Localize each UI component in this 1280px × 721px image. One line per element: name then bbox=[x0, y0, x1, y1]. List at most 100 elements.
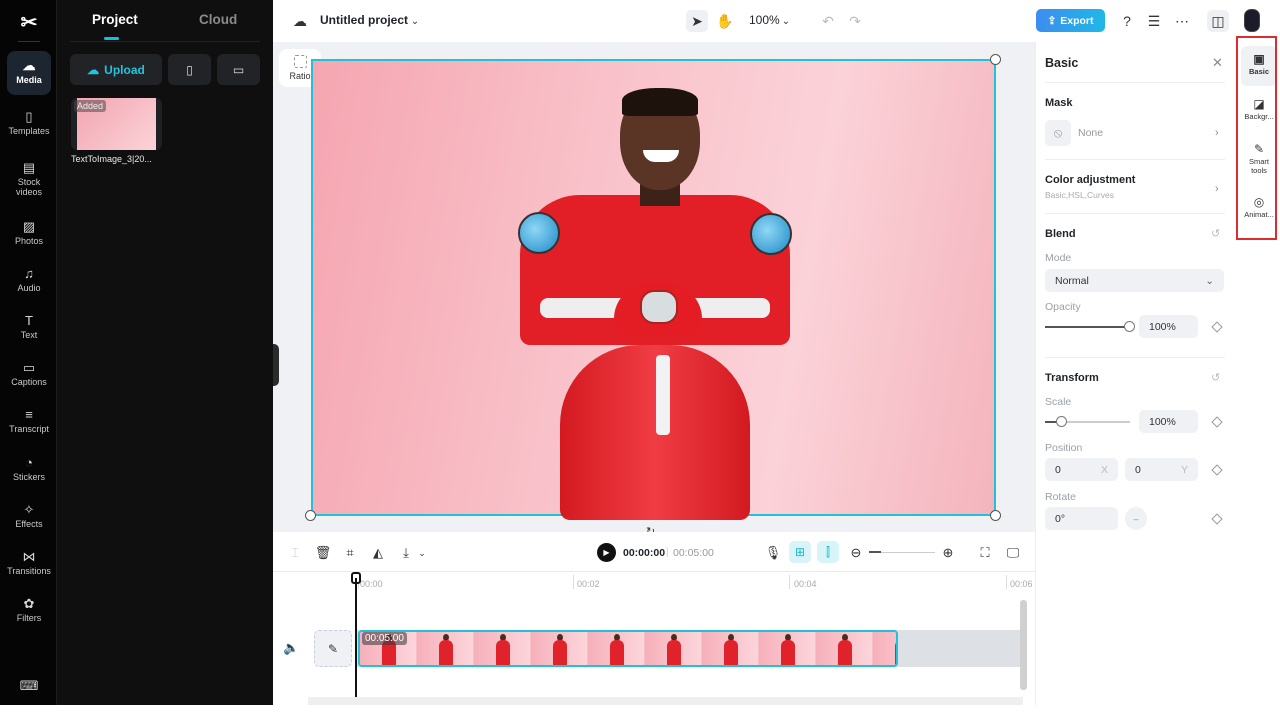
clip-frame bbox=[873, 632, 896, 665]
fit-button[interactable]: ⛶ bbox=[975, 543, 995, 563]
close-panel-button[interactable]: ✕ bbox=[1212, 55, 1223, 71]
track-mute-button[interactable]: 🔈 bbox=[283, 640, 299, 656]
rail-item-filters[interactable]: ✿ Filters bbox=[7, 595, 51, 639]
more-button[interactable]: ⋯ bbox=[1171, 10, 1193, 32]
select-tool-button[interactable]: ➤ bbox=[686, 10, 708, 32]
chevron-right-icon[interactable]: › bbox=[1215, 127, 1219, 139]
resize-handle-bottom-right[interactable] bbox=[990, 510, 1001, 521]
layout-toggle-button[interactable]: ◫ bbox=[1207, 10, 1229, 32]
crop-button[interactable]: ⌗ bbox=[340, 543, 360, 563]
phone-upload-button[interactable]: ▯ bbox=[168, 54, 211, 85]
trash-icon: 🗑 bbox=[314, 545, 332, 560]
layers-button[interactable]: ☰ bbox=[1143, 10, 1165, 32]
chevron-down-icon[interactable]: ⌄ bbox=[412, 543, 432, 563]
help-button[interactable]: ? bbox=[1116, 10, 1138, 32]
media-item[interactable]: Added bbox=[71, 98, 162, 150]
divider bbox=[18, 41, 40, 42]
added-badge: Added bbox=[74, 100, 107, 112]
chevron-down-icon[interactable]: ⌄ bbox=[775, 10, 797, 32]
tick-label: 00:00 bbox=[360, 579, 383, 589]
rotate-dial[interactable]: – bbox=[1125, 507, 1147, 530]
mask-heading: Mask bbox=[1045, 97, 1073, 109]
record-button[interactable]: ▭ bbox=[217, 54, 260, 85]
zoom-out-button[interactable]: ⊖ bbox=[846, 543, 866, 563]
opacity-slider-knob[interactable] bbox=[1124, 321, 1135, 332]
avatar[interactable] bbox=[1244, 9, 1260, 32]
redo-button[interactable]: ↷ bbox=[844, 10, 866, 32]
clip-frame bbox=[474, 632, 531, 665]
split-link-icon: ⫿ bbox=[826, 544, 830, 559]
rail-item-media[interactable]: ☁ Media bbox=[7, 51, 51, 95]
hand-tool-button[interactable]: ✋ bbox=[714, 10, 736, 32]
scale-input[interactable]: 100% bbox=[1139, 410, 1198, 433]
tab-cloud[interactable]: Cloud bbox=[199, 12, 237, 27]
tick-label: 00:02 bbox=[577, 579, 600, 589]
blend-mode-select[interactable]: Normal ⌄ bbox=[1045, 269, 1224, 292]
export-button[interactable]: ⇪ Export bbox=[1036, 9, 1105, 32]
rail-item-stock-videos[interactable]: ▤ Stock videos bbox=[7, 159, 51, 203]
tab-project[interactable]: Project bbox=[92, 12, 138, 27]
rail-item-stickers[interactable]: ◔ Stickers bbox=[7, 454, 51, 498]
collapse-panel-handle[interactable] bbox=[273, 344, 279, 386]
playhead[interactable] bbox=[355, 578, 357, 705]
speaker-icon: 🔈 bbox=[283, 640, 300, 655]
opacity-value: 100% bbox=[1149, 320, 1176, 333]
cloud-upload-icon: ☁ bbox=[22, 58, 36, 73]
clip-frame bbox=[531, 632, 588, 665]
mask-value[interactable]: None bbox=[1078, 127, 1103, 139]
link-toggle[interactable]: ⫿ bbox=[817, 541, 839, 563]
rail-item-transitions[interactable]: ⋈ Transitions bbox=[7, 548, 51, 592]
rail-item-templates[interactable]: ▯ Templates bbox=[7, 108, 51, 152]
rail-item-audio[interactable]: ♫ Audio bbox=[7, 265, 51, 309]
rail-label: Stickers bbox=[12, 472, 45, 482]
chevron-right-icon[interactable]: › bbox=[1215, 183, 1219, 195]
upload-button[interactable]: ☁ Upload bbox=[70, 54, 162, 85]
preview-scooter-body bbox=[560, 345, 750, 520]
opacity-input[interactable]: 100% bbox=[1139, 315, 1198, 338]
rail-item-text[interactable]: T Text bbox=[7, 312, 51, 356]
cover-edit-button[interactable]: ✎ bbox=[314, 630, 352, 667]
undo-button[interactable]: ↶ bbox=[817, 10, 839, 32]
chevron-down-icon[interactable]: ⌄ bbox=[404, 10, 426, 32]
pointer-icon: ➤ bbox=[691, 12, 703, 29]
reset-blend-icon[interactable]: ↺ bbox=[1211, 227, 1220, 240]
reset-transform-icon[interactable]: ↺ bbox=[1211, 371, 1220, 384]
keyboard-shortcuts-button[interactable]: ⌨ bbox=[7, 677, 51, 721]
auto-snap-toggle[interactable]: ⊞ bbox=[789, 541, 811, 563]
delete-button[interactable]: 🗑 bbox=[313, 543, 333, 563]
play-button[interactable]: ▶ bbox=[597, 543, 616, 562]
rotate-input[interactable]: 0° bbox=[1045, 507, 1118, 530]
templates-icon: ▯ bbox=[25, 109, 33, 124]
capcut-logo[interactable]: ✂ bbox=[14, 10, 44, 34]
cloud-save-icon[interactable]: ☁ bbox=[289, 10, 311, 32]
rail-item-transcript[interactable]: ≡ Transcript bbox=[7, 406, 51, 450]
position-x-input[interactable]: 0X bbox=[1045, 458, 1118, 481]
flip-button[interactable]: ◭ bbox=[368, 543, 388, 563]
video-clip[interactable] bbox=[358, 630, 898, 667]
help-icon: ? bbox=[1123, 13, 1131, 29]
resize-handle-top-right[interactable] bbox=[990, 54, 1001, 65]
timeline-horizontal-scrollbar[interactable] bbox=[308, 697, 1023, 705]
record-audio-button[interactable]: 🎙 bbox=[763, 543, 783, 563]
timeline-vertical-scrollbar[interactable] bbox=[1020, 600, 1027, 690]
undo-icon: ↶ bbox=[822, 12, 834, 29]
magnet-icon: ⊞ bbox=[794, 545, 806, 559]
film-icon: ▤ bbox=[22, 160, 36, 175]
resize-handle-bottom-left[interactable] bbox=[305, 510, 316, 521]
split-button[interactable]: ⌶ bbox=[285, 543, 305, 563]
position-y-input[interactable]: 0Y bbox=[1125, 458, 1198, 481]
rail-item-photos[interactable]: ▨ Photos bbox=[7, 218, 51, 262]
rail-item-effects[interactable]: ✧ Effects bbox=[7, 501, 51, 545]
zoom-in-button[interactable]: ⊕ bbox=[938, 543, 958, 563]
camera-icon: ▭ bbox=[232, 62, 245, 77]
rail-item-captions[interactable]: ▭ Captions bbox=[7, 359, 51, 403]
opacity-slider[interactable] bbox=[1045, 326, 1130, 328]
scale-slider-knob[interactable] bbox=[1056, 416, 1067, 427]
divider bbox=[1045, 357, 1225, 358]
color-adjustment-heading[interactable]: Color adjustment bbox=[1045, 174, 1135, 186]
preview-mirror-right bbox=[750, 213, 792, 255]
timeline-zoom-fill bbox=[869, 551, 881, 553]
fullscreen-icon: ⛶ bbox=[980, 545, 990, 560]
preview-mode-button[interactable]: 🖵 bbox=[1003, 543, 1023, 563]
project-title[interactable]: Untitled project bbox=[320, 13, 408, 27]
